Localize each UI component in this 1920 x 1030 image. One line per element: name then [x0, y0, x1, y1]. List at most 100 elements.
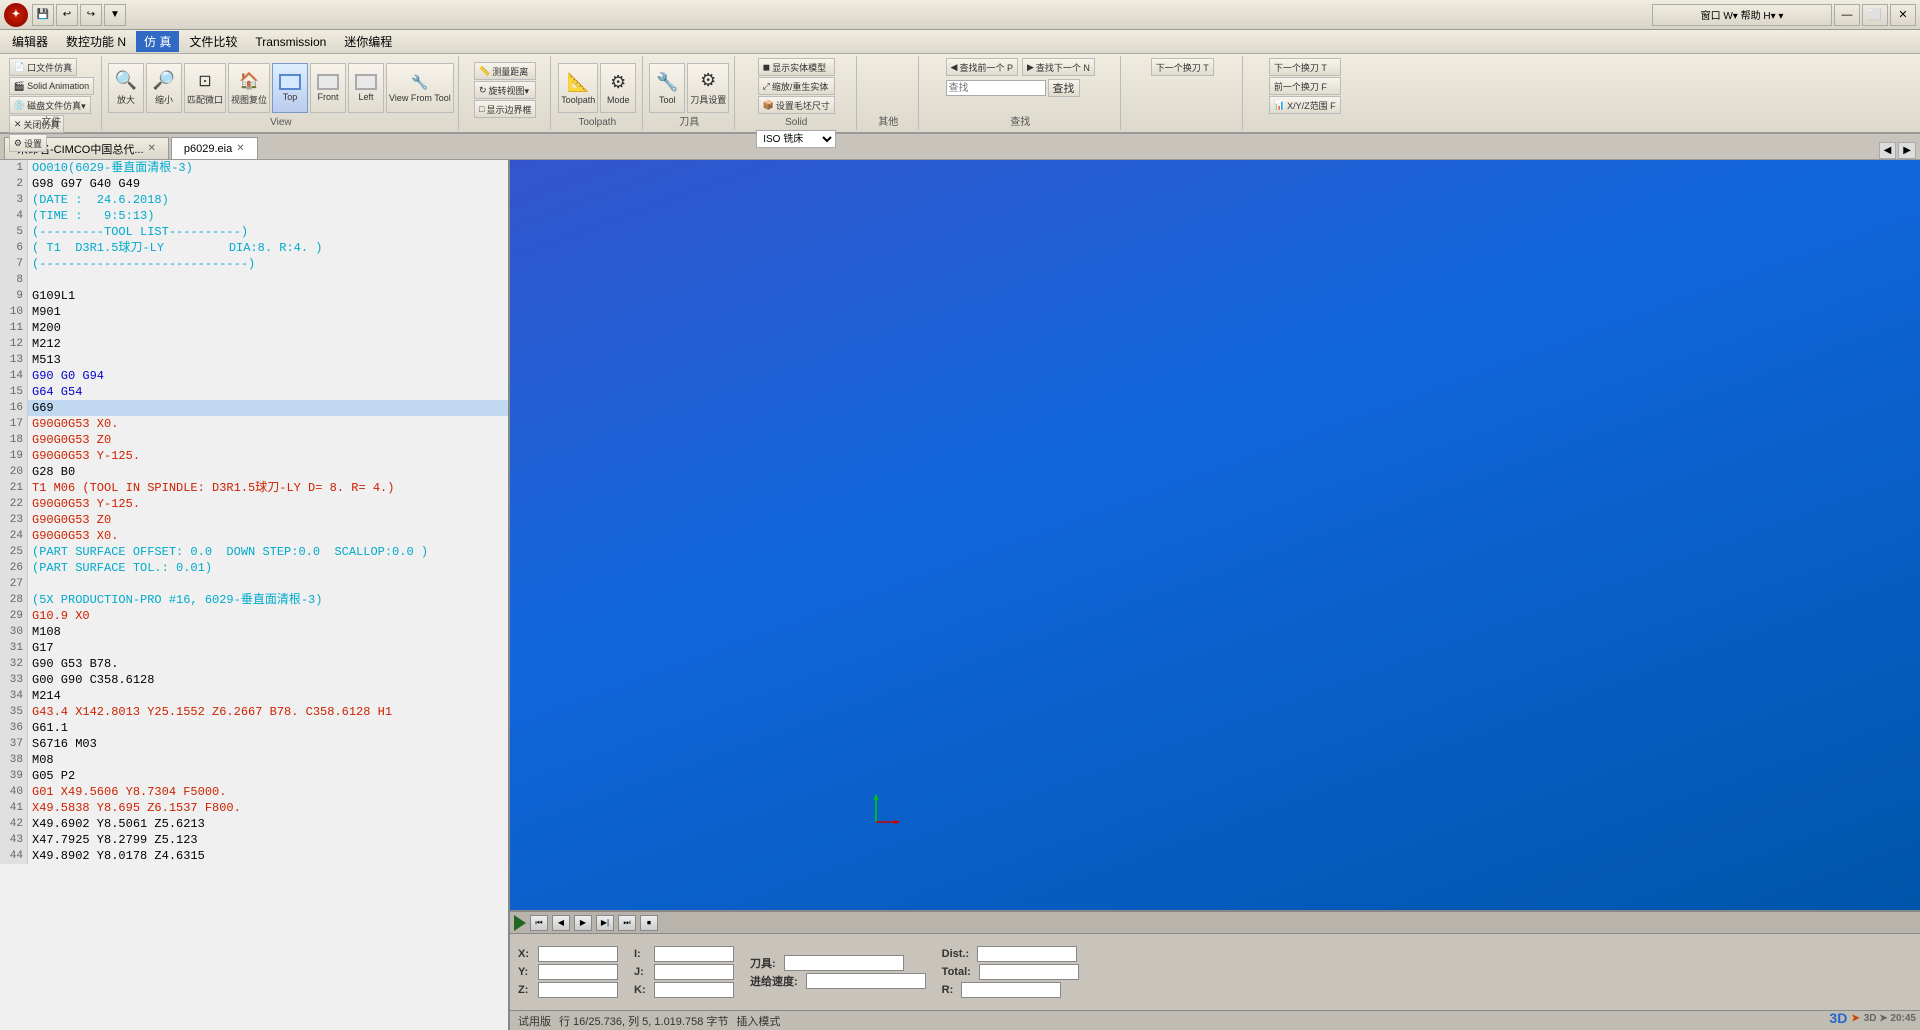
menu-simulate[interactable]: 仿 真 [136, 31, 179, 52]
scale-solid-btn[interactable]: ⤢ 缩放/重生实体 [758, 77, 835, 95]
show-boundary-btn[interactable]: □ 显示边界框 [474, 100, 536, 118]
code-line-23[interactable]: 23G90G0G53 Z0 [0, 512, 508, 528]
code-line-30[interactable]: 30M108 [0, 624, 508, 640]
tab-unnamed-close[interactable]: ✕ [148, 143, 156, 154]
code-line-6[interactable]: 6( T1 D3R1.5球刀-LY DIA:8. R:4. ) [0, 240, 508, 256]
code-line-3[interactable]: 3(DATE : 24.6.2018) [0, 192, 508, 208]
menu-editor[interactable]: 编辑器 [4, 31, 56, 52]
zoom-in-btn[interactable]: 🔍 放大 [108, 63, 144, 113]
code-line-26[interactable]: 26(PART SURFACE TOL.: 0.01) [0, 560, 508, 576]
view-from-tool-btn[interactable]: 🔧 View From Tool [386, 63, 454, 113]
code-line-44[interactable]: 44X49.8902 Y8.0178 Z4.6315 [0, 848, 508, 864]
menu-transmission[interactable]: Transmission [247, 33, 334, 51]
vp-ffwd-btn[interactable]: ⏭ [618, 915, 636, 931]
tool-settings-btn[interactable]: ⚙ 刀具设置 [687, 63, 729, 113]
viewport-3d[interactable] [510, 160, 1920, 910]
code-line-5[interactable]: 5(---------TOOL LIST----------) [0, 224, 508, 240]
code-line-21[interactable]: 21T1 M06 (TOOL IN SPINDLE: D3R1.5球刀-LY D… [0, 480, 508, 496]
vp-stop-btn[interactable]: ⏹ [640, 915, 658, 931]
next-tool-btn[interactable]: 下一个换刀 T [1269, 58, 1341, 76]
goto-line-btn[interactable]: 下一个换刀 T [1151, 58, 1214, 76]
code-line-10[interactable]: 10M901 [0, 304, 508, 320]
code-line-43[interactable]: 43X47.7925 Y8.2799 Z5.123 [0, 832, 508, 848]
code-line-7[interactable]: 7(-----------------------------) [0, 256, 508, 272]
fit-view-btn[interactable]: ⊡ 匹配微口 [184, 63, 226, 113]
tab-next-btn[interactable]: ▶ [1898, 142, 1916, 159]
code-line-17[interactable]: 17G90G0G53 X0. [0, 416, 508, 432]
code-line-31[interactable]: 31G17 [0, 640, 508, 656]
solid-anim-btn[interactable]: 🎬 Solid Animation [9, 77, 94, 95]
minimize-btn[interactable]: — [1834, 4, 1860, 26]
set-stock-btn[interactable]: 📦 设置毛坯尺寸 [758, 96, 835, 114]
code-line-13[interactable]: 13M513 [0, 352, 508, 368]
code-editor[interactable]: 1OO010(6029-垂直面清根-3)2G98 G97 G40 G493(DA… [0, 160, 508, 1030]
code-line-35[interactable]: 35G43.4 X142.8013 Y25.1552 Z6.2667 B78. … [0, 704, 508, 720]
customize-btn[interactable]: ▼ [104, 4, 126, 26]
settings-btn[interactable]: ⚙ 设置 [9, 134, 47, 152]
code-line-39[interactable]: 39G05 P2 [0, 768, 508, 784]
code-line-42[interactable]: 42X49.6902 Y8.5061 Z5.6213 [0, 816, 508, 832]
code-line-15[interactable]: 15G64 G54 [0, 384, 508, 400]
total-value[interactable] [979, 964, 1079, 980]
machine-combo[interactable]: ISO 铣床 [756, 130, 836, 148]
menu-mini[interactable]: 迷你编程 [336, 31, 400, 52]
i-value[interactable] [654, 946, 734, 962]
code-line-11[interactable]: 11M200 [0, 320, 508, 336]
code-line-18[interactable]: 18G90G0G53 Z0 [0, 432, 508, 448]
tool-value[interactable] [784, 955, 904, 971]
r-value[interactable] [961, 982, 1061, 998]
file-simulate-btn[interactable]: 📄 口文件仿真 [9, 58, 77, 76]
reset-view-btn[interactable]: 🏠 视图复位 [228, 63, 270, 113]
show-solid-btn[interactable]: ◼ 显示实体模型 [758, 58, 835, 76]
maximize-btn[interactable]: ⬜ [1862, 4, 1888, 26]
code-line-25[interactable]: 25(PART SURFACE OFFSET: 0.0 DOWN STEP:0.… [0, 544, 508, 560]
code-line-2[interactable]: 2G98 G97 G40 G49 [0, 176, 508, 192]
tool-btn[interactable]: 🔧 Tool [649, 63, 685, 113]
code-line-9[interactable]: 9G109L1 [0, 288, 508, 304]
xyz-range-btn[interactable]: 📊 X/Y/Z范围 F [1269, 96, 1341, 114]
j-value[interactable] [654, 964, 734, 980]
code-line-33[interactable]: 33G00 G90 C358.6128 [0, 672, 508, 688]
code-line-38[interactable]: 38M08 [0, 752, 508, 768]
top-view-btn[interactable]: Top [272, 63, 308, 113]
code-line-29[interactable]: 29G10.9 X0 [0, 608, 508, 624]
z-value[interactable] [538, 982, 618, 998]
vp-rewind-btn[interactable]: ⏮ [530, 915, 548, 931]
prev-tool-btn[interactable]: 前一个换刀 F [1269, 77, 1341, 95]
dist-value[interactable] [977, 946, 1077, 962]
find-input[interactable] [946, 80, 1046, 96]
find-btn[interactable]: 查找 [1048, 79, 1080, 97]
code-line-34[interactable]: 34M214 [0, 688, 508, 704]
code-line-32[interactable]: 32G90 G53 B78. [0, 656, 508, 672]
mode-btn[interactable]: ⚙ Mode [600, 63, 636, 113]
code-line-28[interactable]: 28(5X PRODUCTION-PRO #16, 6029-垂直面清根-3) [0, 592, 508, 608]
undo-btn[interactable]: ↩ [56, 4, 78, 26]
redo-btn[interactable]: ↪ [80, 4, 102, 26]
rotate-view-btn[interactable]: ↻ 旋转视图▾ [474, 81, 536, 99]
code-line-8[interactable]: 8 [0, 272, 508, 288]
code-line-16[interactable]: 16G69 [0, 400, 508, 416]
k-value[interactable] [654, 982, 734, 998]
disk-simulate-btn[interactable]: 💿 磁盘文件仿真▾ [9, 96, 91, 114]
code-line-24[interactable]: 24G90G0G53 X0. [0, 528, 508, 544]
code-line-37[interactable]: 37S6716 M03 [0, 736, 508, 752]
x-value[interactable] [538, 946, 618, 962]
code-line-14[interactable]: 14G90 G0 G94 [0, 368, 508, 384]
left-view-btn[interactable]: Left [348, 63, 384, 113]
find-next-btn[interactable]: ▶ 查找下一个 N [1022, 58, 1095, 76]
code-line-4[interactable]: 4(TIME : 9:5:13) [0, 208, 508, 224]
menu-cnc[interactable]: 数控功能 N [58, 31, 134, 52]
save-quick-btn[interactable]: 💾 [32, 4, 54, 26]
vp-step-back-btn[interactable]: ◀ [552, 915, 570, 931]
front-view-btn[interactable]: Front [310, 63, 346, 113]
vp-step-fwd-btn[interactable]: ▶| [596, 915, 614, 931]
menu-compare[interactable]: 文件比较 [181, 31, 245, 52]
feed-value[interactable] [806, 973, 926, 989]
code-line-27[interactable]: 27 [0, 576, 508, 592]
code-line-20[interactable]: 20G28 B0 [0, 464, 508, 480]
code-line-22[interactable]: 22G90G0G53 Y-125. [0, 496, 508, 512]
tab-prev-btn[interactable]: ◀ [1879, 142, 1897, 159]
code-line-12[interactable]: 12M212 [0, 336, 508, 352]
find-prev-btn[interactable]: ◀ 查找前一个 P [946, 58, 1018, 76]
code-line-36[interactable]: 36G61.1 [0, 720, 508, 736]
